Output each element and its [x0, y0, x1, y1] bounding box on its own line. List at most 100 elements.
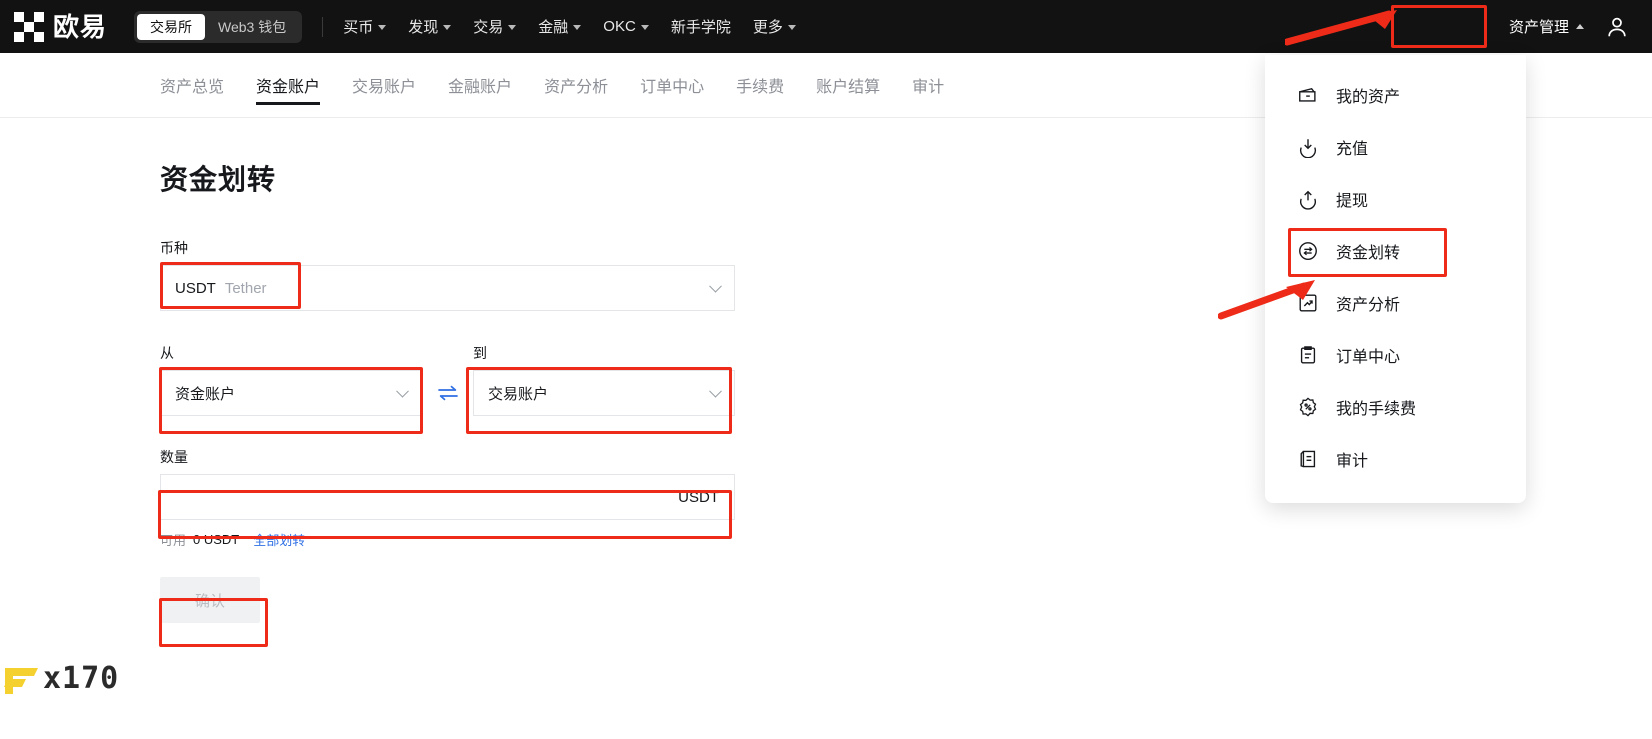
currency-select[interactable]: USDT Tether: [160, 265, 735, 311]
from-to-row: 从 资金账户 到 交易账户: [160, 343, 735, 416]
amount-input[interactable]: USDT: [160, 474, 735, 520]
transfer-all-link[interactable]: 全部划转: [253, 530, 305, 549]
analysis-chart-icon: [1299, 294, 1317, 312]
percent-badge-icon: [1299, 397, 1317, 417]
nav-label: 交易: [473, 19, 504, 36]
brand-logo[interactable]: 欧易: [14, 11, 108, 42]
asset-management-label: 资产管理: [1508, 19, 1569, 36]
chevron-down-icon: [787, 25, 796, 30]
dropdown-item-label: 订单中心: [1336, 349, 1401, 366]
dropdown-item-label: 审计: [1336, 453, 1369, 470]
nav-label: 金融: [538, 19, 569, 36]
nav-label: 新手学院: [670, 19, 731, 36]
dropdown-item-label: 我的手续费: [1336, 401, 1417, 418]
dropdown-item-label: 资产分析: [1336, 297, 1401, 314]
dropdown-item-audit[interactable]: 审计: [1265, 433, 1526, 485]
dropdown-item-label: 资金划转: [1336, 245, 1401, 262]
dropdown-item-asset-analysis[interactable]: 资产分析: [1265, 277, 1526, 329]
to-account-select[interactable]: 交易账户: [473, 370, 735, 416]
chevron-down-icon: [378, 25, 387, 30]
chevron-down-icon: [709, 384, 722, 398]
swap-direction-button[interactable]: [422, 370, 473, 416]
dropdown-item-my-fees[interactable]: 我的手续费: [1265, 381, 1526, 433]
brand-name: 欧易: [53, 11, 108, 42]
asset-management-dropdown: 我的资产 充值 提现 资金划转 资产分析 订单中心 我的手续费 审计: [1265, 55, 1526, 503]
dropdown-item-order-center[interactable]: 订单中心: [1265, 329, 1526, 381]
subnav-item-order-center[interactable]: 订单中心: [640, 53, 704, 118]
nav-item-trade[interactable]: 交易: [473, 16, 517, 37]
user-account-icon[interactable]: [1604, 14, 1630, 40]
available-balance-row: 可用 0 USDT 全部划转: [160, 530, 735, 549]
transfer-circle-icon: [1299, 242, 1317, 260]
dropdown-item-label: 我的资产: [1336, 89, 1401, 106]
from-label: 从: [160, 345, 174, 361]
transfer-form: 资金划转 币种 USDT Tether 从 资金账户 到 交易账户 数量 USD…: [160, 158, 735, 623]
from-account-select[interactable]: 资金账户: [160, 370, 422, 416]
available-label: 可用: [160, 533, 187, 548]
dropdown-item-withdraw[interactable]: 提现: [1265, 173, 1526, 225]
dropdown-item-transfer[interactable]: 资金划转: [1265, 225, 1526, 277]
nav-label: 买币: [343, 19, 374, 36]
subnav-item-funding-account[interactable]: 资金账户: [256, 53, 321, 118]
okx-logo-icon: [14, 11, 44, 42]
withdraw-arrow-up-icon: [1299, 190, 1317, 210]
asset-management-menu-trigger[interactable]: 资产管理: [1499, 11, 1594, 42]
currency-value: USDT: [175, 279, 216, 297]
confirm-button[interactable]: 确认: [160, 577, 260, 623]
header-right-actions: 资产管理: [1499, 11, 1630, 42]
currency-subtitle: Tether: [224, 279, 267, 297]
currency-label: 币种: [160, 240, 188, 256]
product-segment-toggle[interactable]: 交易所 Web3 钱包: [134, 10, 303, 43]
watermark-text: x170: [43, 661, 120, 696]
chevron-down-icon: [508, 25, 517, 30]
nav-label: 发现: [408, 19, 439, 36]
segment-exchange[interactable]: 交易所: [137, 13, 206, 40]
nav-item-buy-crypto[interactable]: 买币: [343, 16, 387, 37]
nav-item-finance[interactable]: 金融: [538, 16, 582, 37]
chevron-down-icon: [640, 25, 649, 30]
order-clipboard-icon: [1300, 346, 1316, 364]
to-account-value: 交易账户: [488, 385, 549, 403]
chevron-down-icon: [709, 279, 722, 293]
nav-item-discover[interactable]: 发现: [408, 16, 452, 37]
to-label: 到: [473, 345, 487, 361]
audit-document-icon: [1300, 450, 1316, 468]
header-divider: [322, 16, 324, 37]
to-account-group: 到 交易账户: [473, 343, 735, 416]
subnav-item-asset-overview[interactable]: 资产总览: [160, 53, 224, 118]
subnav-item-asset-analysis[interactable]: 资产分析: [544, 53, 608, 118]
dropdown-item-label: 充值: [1336, 141, 1369, 158]
from-account-group: 从 资金账户: [160, 343, 422, 416]
wallet-icon: [1299, 87, 1316, 102]
chevron-down-icon: [573, 25, 582, 30]
page-root: 欧易 交易所 Web3 钱包 买币 发现 交易 金融 OKC 新手学院 更多 资…: [0, 0, 1652, 739]
dropdown-item-my-assets[interactable]: 我的资产: [1265, 69, 1526, 121]
swap-arrows-icon: [437, 385, 458, 401]
nav-item-academy[interactable]: 新手学院: [671, 16, 731, 37]
chevron-up-icon: [1576, 24, 1584, 29]
chevron-down-icon: [396, 384, 409, 398]
nav-label: OKC: [603, 18, 636, 35]
amount-suffix: USDT: [678, 488, 719, 506]
fx-logo-icon: [4, 668, 38, 694]
amount-label: 数量: [160, 449, 188, 465]
subnav-item-audit[interactable]: 审计: [912, 53, 944, 118]
subnav-item-fees[interactable]: 手续费: [736, 53, 784, 118]
dropdown-item-label: 提现: [1336, 193, 1369, 210]
subnav-item-account-statement[interactable]: 账户结算: [816, 53, 880, 118]
subnav-item-trading-account[interactable]: 交易账户: [352, 53, 416, 118]
from-account-value: 资金账户: [175, 385, 236, 403]
nav-label: 更多: [752, 19, 783, 36]
dropdown-item-deposit[interactable]: 充值: [1265, 121, 1526, 173]
nav-item-more[interactable]: 更多: [753, 16, 796, 37]
page-title: 资金划转: [160, 164, 277, 195]
chevron-down-icon: [443, 25, 452, 30]
available-value: 0 USDT: [193, 532, 240, 547]
subnav-item-finance-account[interactable]: 金融账户: [448, 53, 512, 118]
deposit-arrow-down-icon: [1299, 139, 1317, 158]
top-header-bar: 欧易 交易所 Web3 钱包 买币 发现 交易 金融 OKC 新手学院 更多 资…: [0, 0, 1652, 53]
nav-item-okc[interactable]: OKC: [603, 18, 649, 35]
segment-web3-wallet[interactable]: Web3 钱包: [205, 14, 299, 40]
main-navigation: 买币 发现 交易 金融 OKC 新手学院 更多: [343, 16, 796, 37]
watermark: x170: [4, 662, 119, 696]
